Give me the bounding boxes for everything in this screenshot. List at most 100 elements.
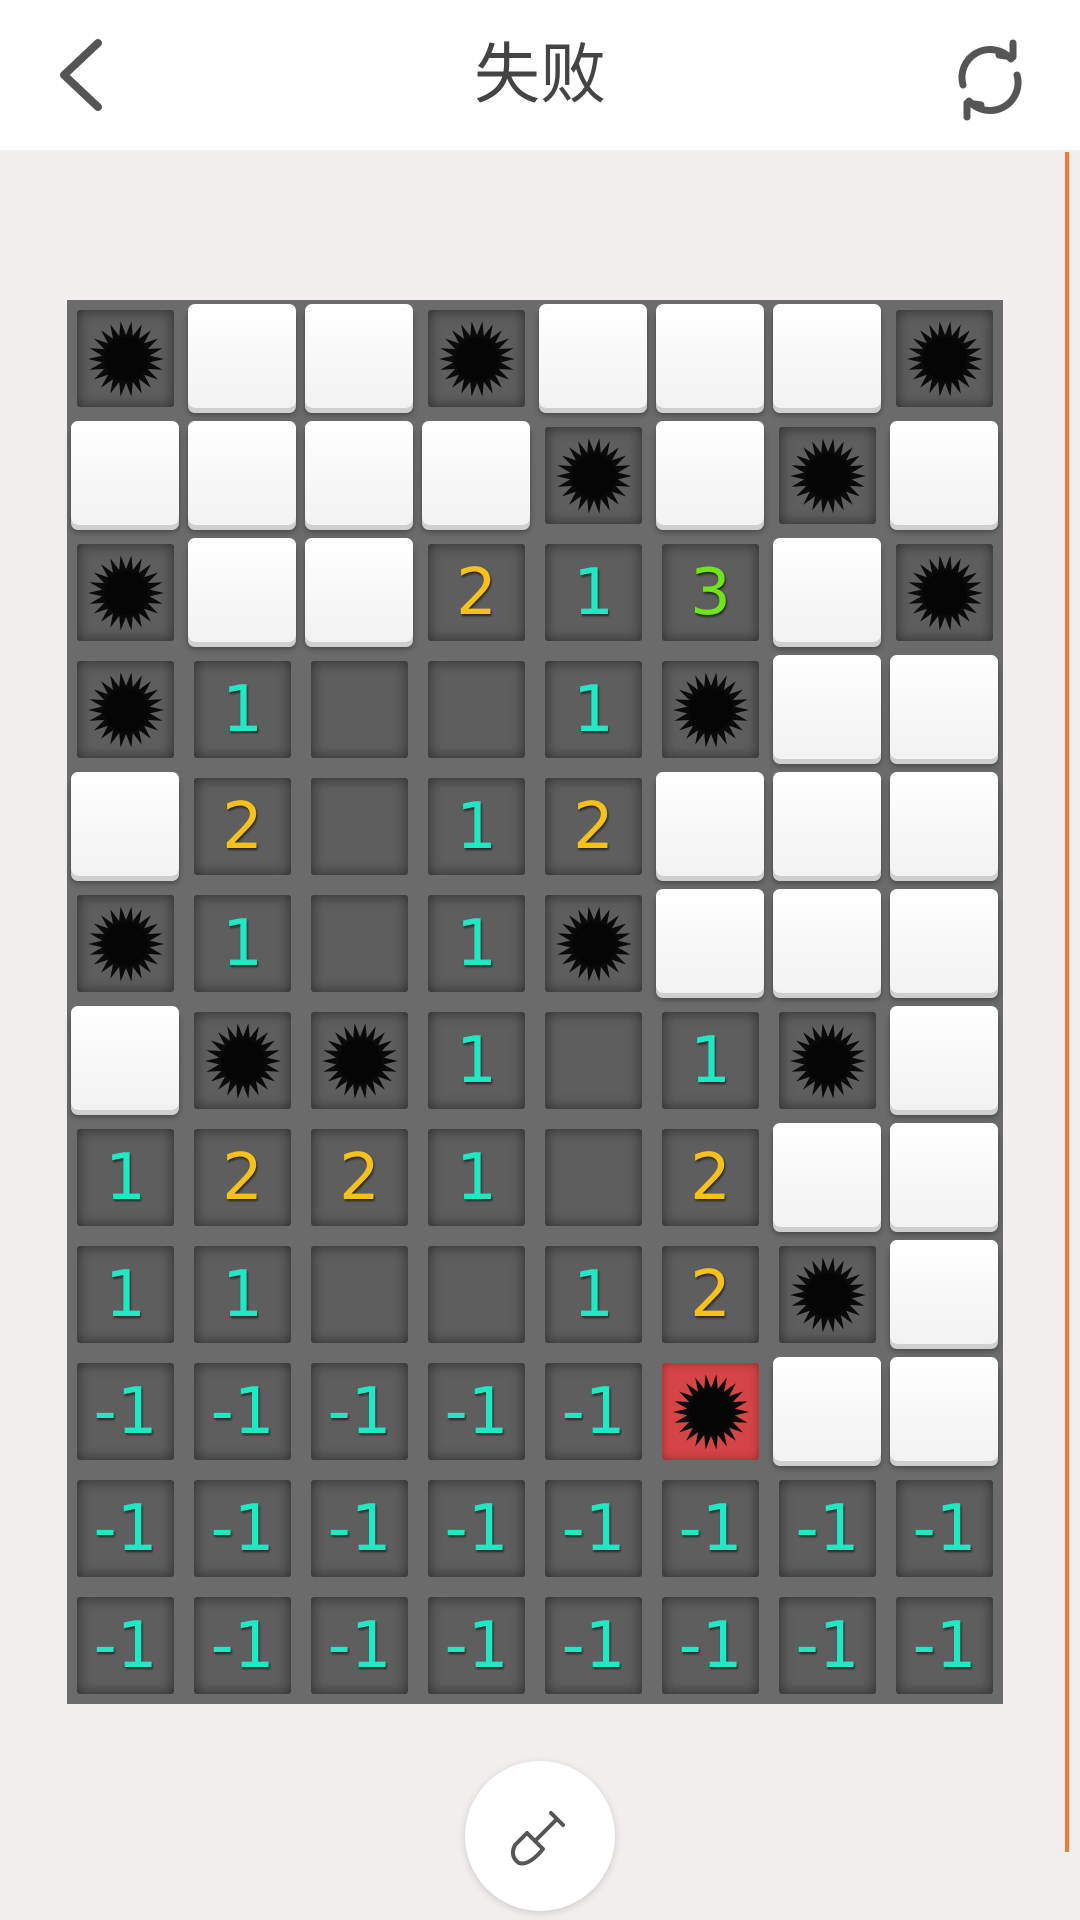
revealed-cell[interactable]: -1 <box>301 1470 418 1587</box>
revealed-cell[interactable]: -1 <box>652 1587 769 1704</box>
hidden-cell[interactable] <box>886 885 1003 1002</box>
restart-button[interactable] <box>940 30 1040 130</box>
revealed-cell[interactable]: -1 <box>769 1470 886 1587</box>
mine-cell[interactable] <box>769 1002 886 1119</box>
hidden-cell[interactable] <box>886 1002 1003 1119</box>
hidden-cell[interactable] <box>769 1119 886 1236</box>
hidden-cell[interactable] <box>67 768 184 885</box>
revealed-cell[interactable]: 2 <box>184 1119 301 1236</box>
mine-cell[interactable] <box>652 651 769 768</box>
revealed-cell[interactable] <box>301 768 418 885</box>
hidden-cell[interactable] <box>301 417 418 534</box>
hidden-cell[interactable] <box>301 300 418 417</box>
mine-cell[interactable] <box>535 417 652 534</box>
revealed-cell[interactable] <box>301 885 418 1002</box>
revealed-cell[interactable] <box>535 1119 652 1236</box>
mine-cell[interactable] <box>67 651 184 768</box>
revealed-cell[interactable]: 2 <box>535 768 652 885</box>
revealed-cell[interactable]: -1 <box>535 1353 652 1470</box>
hidden-cell[interactable] <box>652 300 769 417</box>
revealed-cell[interactable]: 1 <box>184 1236 301 1353</box>
hidden-cell[interactable] <box>67 1002 184 1119</box>
mine-cell[interactable] <box>67 534 184 651</box>
mine-cell[interactable] <box>184 1002 301 1119</box>
mine-cell[interactable] <box>301 1002 418 1119</box>
hidden-cell[interactable] <box>652 417 769 534</box>
revealed-cell[interactable]: 1 <box>652 1002 769 1119</box>
revealed-cell[interactable]: 1 <box>535 534 652 651</box>
revealed-cell[interactable]: 2 <box>652 1236 769 1353</box>
hidden-cell[interactable] <box>769 534 886 651</box>
cell-face: -1 <box>779 1597 876 1694</box>
revealed-cell[interactable] <box>418 1236 535 1353</box>
dig-mode-button[interactable] <box>465 1761 615 1911</box>
revealed-cell[interactable]: 3 <box>652 534 769 651</box>
revealed-cell[interactable]: -1 <box>184 1353 301 1470</box>
revealed-cell[interactable]: 1 <box>418 885 535 1002</box>
revealed-cell[interactable]: -1 <box>301 1353 418 1470</box>
mine-cell[interactable] <box>886 534 1003 651</box>
revealed-cell[interactable]: -1 <box>418 1470 535 1587</box>
revealed-cell[interactable]: -1 <box>301 1587 418 1704</box>
hidden-cell[interactable] <box>418 417 535 534</box>
revealed-cell[interactable] <box>301 1236 418 1353</box>
hidden-cell[interactable] <box>886 1353 1003 1470</box>
revealed-cell[interactable]: 1 <box>67 1236 184 1353</box>
hidden-cell[interactable] <box>652 885 769 1002</box>
revealed-cell[interactable]: -1 <box>67 1587 184 1704</box>
mine-cell[interactable] <box>418 300 535 417</box>
mine-cell[interactable] <box>769 417 886 534</box>
revealed-cell[interactable]: 1 <box>184 885 301 1002</box>
revealed-cell[interactable]: -1 <box>67 1353 184 1470</box>
hidden-cell[interactable] <box>886 1236 1003 1353</box>
hidden-cell[interactable] <box>184 300 301 417</box>
revealed-cell[interactable]: 2 <box>652 1119 769 1236</box>
revealed-cell[interactable] <box>418 651 535 768</box>
revealed-cell[interactable] <box>535 1002 652 1119</box>
hidden-cell[interactable] <box>886 768 1003 885</box>
mine-cell[interactable] <box>67 885 184 1002</box>
hidden-cell[interactable] <box>184 534 301 651</box>
revealed-cell[interactable]: -1 <box>67 1470 184 1587</box>
hidden-cell[interactable] <box>886 417 1003 534</box>
hidden-cell[interactable] <box>67 417 184 534</box>
revealed-cell[interactable]: 1 <box>535 1236 652 1353</box>
revealed-cell[interactable]: 2 <box>418 534 535 651</box>
revealed-cell[interactable]: 2 <box>301 1119 418 1236</box>
revealed-cell[interactable]: -1 <box>418 1353 535 1470</box>
hidden-cell[interactable] <box>769 300 886 417</box>
revealed-cell[interactable]: 1 <box>418 768 535 885</box>
revealed-cell[interactable]: 1 <box>418 1119 535 1236</box>
revealed-cell[interactable]: -1 <box>886 1587 1003 1704</box>
mine-cell[interactable] <box>535 885 652 1002</box>
hidden-cell[interactable] <box>184 417 301 534</box>
cell-number: 2 <box>339 1140 380 1215</box>
revealed-cell[interactable]: -1 <box>652 1470 769 1587</box>
revealed-cell[interactable]: -1 <box>769 1587 886 1704</box>
mine-cell[interactable] <box>886 300 1003 417</box>
revealed-cell[interactable]: 1 <box>67 1119 184 1236</box>
hidden-cell[interactable] <box>769 885 886 1002</box>
exploded-mine-cell[interactable] <box>652 1353 769 1470</box>
hidden-cell[interactable] <box>886 651 1003 768</box>
revealed-cell[interactable]: 1 <box>184 651 301 768</box>
mine-cell[interactable] <box>769 1236 886 1353</box>
hidden-cell[interactable] <box>652 768 769 885</box>
revealed-cell[interactable]: 2 <box>184 768 301 885</box>
revealed-cell[interactable]: -1 <box>184 1470 301 1587</box>
revealed-cell[interactable]: -1 <box>886 1470 1003 1587</box>
hidden-cell[interactable] <box>769 768 886 885</box>
hidden-cell[interactable] <box>769 651 886 768</box>
revealed-cell[interactable] <box>301 651 418 768</box>
revealed-cell[interactable]: -1 <box>535 1587 652 1704</box>
hidden-cell[interactable] <box>535 300 652 417</box>
revealed-cell[interactable]: 1 <box>535 651 652 768</box>
hidden-cell[interactable] <box>769 1353 886 1470</box>
revealed-cell[interactable]: -1 <box>184 1587 301 1704</box>
hidden-cell[interactable] <box>301 534 418 651</box>
revealed-cell[interactable]: -1 <box>535 1470 652 1587</box>
mine-cell[interactable] <box>67 300 184 417</box>
revealed-cell[interactable]: 1 <box>418 1002 535 1119</box>
revealed-cell[interactable]: -1 <box>418 1587 535 1704</box>
hidden-cell[interactable] <box>886 1119 1003 1236</box>
